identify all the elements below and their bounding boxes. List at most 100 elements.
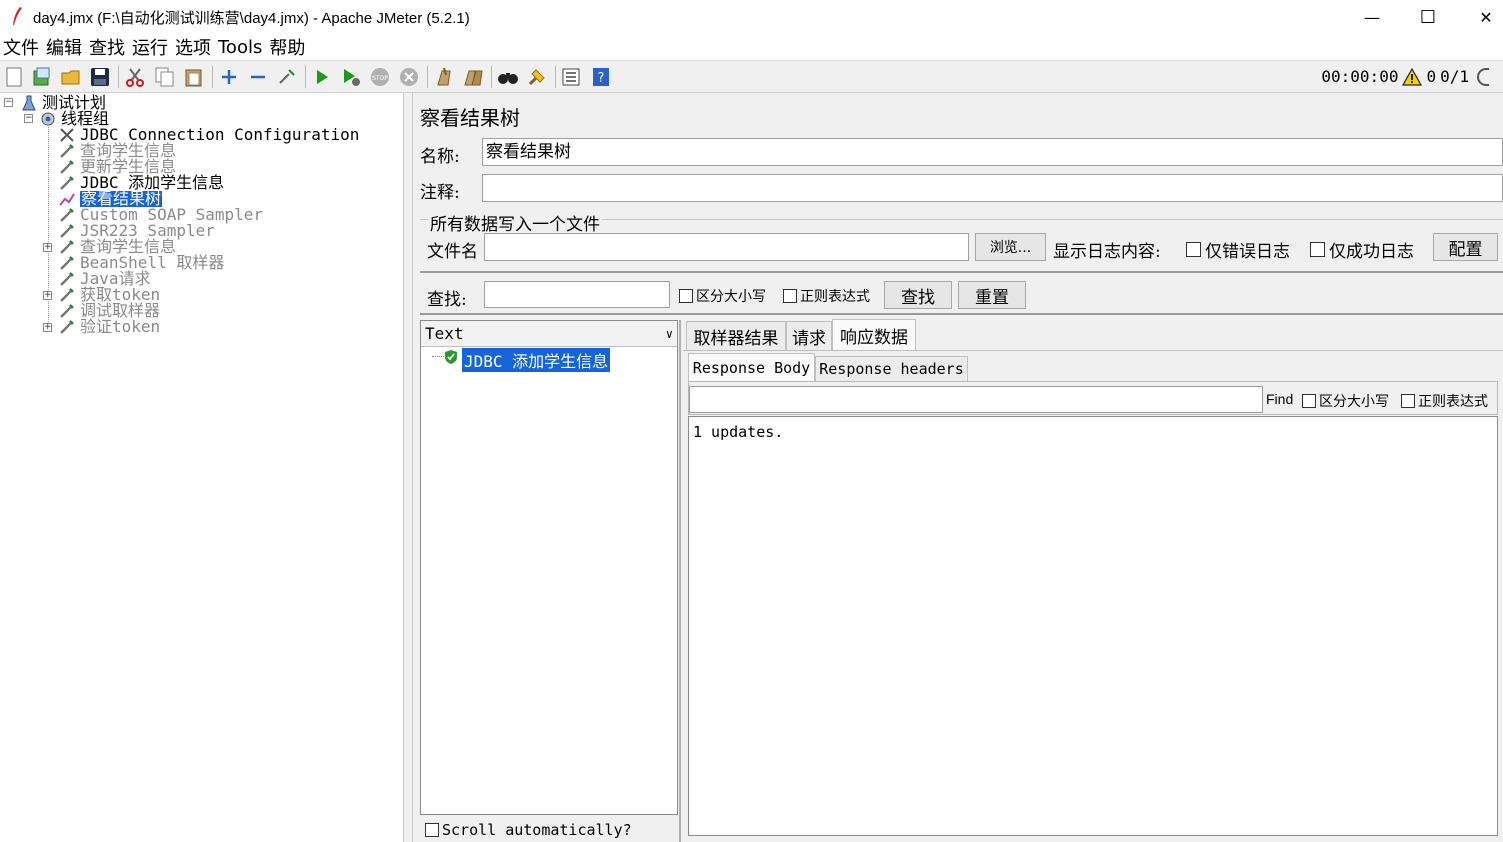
new-icon[interactable] <box>3 66 25 88</box>
tab-request[interactable]: 请求 <box>786 321 832 350</box>
errors-only-checkbox[interactable]: 仅错误日志 <box>1186 237 1290 262</box>
minimize-button[interactable]: — <box>1349 0 1395 34</box>
regex-checkbox[interactable]: 正则表达式 <box>783 286 870 306</box>
paste-icon[interactable] <box>183 66 205 88</box>
chart-icon <box>58 191 76 207</box>
checkbox-box <box>1302 394 1316 408</box>
menu-tools[interactable]: Tools <box>218 37 262 58</box>
find-button[interactable]: 查找 <box>884 281 952 309</box>
tab-sampler-result[interactable]: 取样器结果 <box>686 321 786 350</box>
results-splitter[interactable] <box>679 320 683 842</box>
collapse-icon[interactable] <box>247 66 269 88</box>
divider <box>420 271 1503 274</box>
tree-node[interactable]: 验证token <box>58 319 160 335</box>
clear-icon[interactable] <box>433 66 455 88</box>
menu-file[interactable]: 文件 <box>3 34 39 60</box>
case-sensitive-label: 区分大小写 <box>696 289 766 305</box>
case-sensitive-checkbox[interactable]: 区分大小写 <box>679 286 766 306</box>
scroll-auto-checkbox[interactable]: Scroll automatically? <box>425 821 632 839</box>
renderer-value: Text <box>425 324 464 343</box>
tab-border <box>683 350 1503 351</box>
pipette-icon <box>58 207 76 223</box>
pipette-icon <box>58 175 76 191</box>
browse-button[interactable]: 浏览... <box>975 233 1046 261</box>
find-regex-checkbox[interactable]: 正则表达式 <box>1401 391 1488 411</box>
configure-button[interactable]: 配置 <box>1433 233 1498 261</box>
cut-icon[interactable] <box>124 66 146 88</box>
save-icon[interactable] <box>89 66 111 88</box>
comment-label: 注释: <box>420 183 460 203</box>
warning-icon[interactable] <box>1402 67 1423 86</box>
stop-icon[interactable]: STOP <box>369 66 391 88</box>
pipette-icon <box>58 143 76 159</box>
pipette-icon <box>58 303 76 319</box>
maximize-icon: ☐ <box>1419 6 1437 28</box>
timer-status: 00:00:00 0 0/1 <box>1321 67 1489 86</box>
pipette-icon <box>58 287 76 303</box>
result-item[interactable]: JDBC 添加学生信息 <box>462 348 611 372</box>
start-no-pause-icon[interactable] <box>340 66 362 88</box>
response-body[interactable]: 1 updates. <box>688 416 1498 836</box>
renderer-select[interactable]: Text ∨ <box>421 321 677 347</box>
maximize-button[interactable]: ☐ <box>1405 0 1451 34</box>
search-icon[interactable] <box>497 66 519 88</box>
filename-input[interactable] <box>484 233 969 261</box>
comment-input[interactable] <box>482 174 1503 202</box>
results-tree <box>420 320 678 815</box>
search-input[interactable] <box>484 281 670 308</box>
reset-search-icon[interactable] <box>526 66 548 88</box>
collapse-toggle-test-plan[interactable]: − <box>4 98 13 107</box>
menu-options[interactable]: 选项 <box>175 34 211 60</box>
chevron-down-icon: ∨ <box>665 327 673 341</box>
tree-connector <box>432 356 444 357</box>
toggle-icon[interactable] <box>276 66 298 88</box>
open-icon[interactable] <box>60 66 82 88</box>
pipette-icon <box>58 319 76 335</box>
jmeter-feather-icon <box>13 7 22 25</box>
elapsed-time: 00:00:00 <box>1321 67 1399 86</box>
menu-help[interactable]: 帮助 <box>269 34 305 60</box>
test-plan-tree: − 测试计划 − 线程组 JDBC Connection Configurati… <box>0 93 404 842</box>
start-icon[interactable] <box>311 66 333 88</box>
checkbox-box <box>425 823 439 837</box>
clear-all-icon[interactable] <box>462 66 484 88</box>
pipette-icon <box>58 271 76 287</box>
success-only-checkbox[interactable]: 仅成功日志 <box>1310 237 1414 262</box>
expand-icon[interactable] <box>218 66 240 88</box>
help-icon[interactable]: ? <box>590 66 612 88</box>
gear-icon <box>39 111 57 127</box>
find-case-label: 区分大小写 <box>1319 394 1389 410</box>
thread-count: 0/1 <box>1440 67 1469 86</box>
response-find-input[interactable] <box>689 386 1263 413</box>
function-helper-icon[interactable] <box>560 66 582 88</box>
copy-icon[interactable] <box>154 66 176 88</box>
tree-label: 验证token <box>80 317 161 336</box>
menu-bar: 文件 编辑 查找 运行 选项 Tools 帮助 <box>0 34 1503 60</box>
regex-label: 正则表达式 <box>800 289 870 305</box>
errors-only-label: 仅错误日志 <box>1205 242 1290 262</box>
name-input[interactable]: 察看结果树 <box>482 138 1503 166</box>
find-case-checkbox[interactable]: 区分大小写 <box>1302 391 1389 411</box>
subtab-response-body[interactable]: Response Body <box>688 353 815 381</box>
pipette-icon <box>58 255 76 271</box>
expand-toggle[interactable]: + <box>43 291 52 300</box>
warning-count: 0 <box>1426 67 1437 86</box>
search-label: 查找: <box>427 290 467 310</box>
menu-run[interactable]: 运行 <box>132 34 168 60</box>
reset-button[interactable]: 重置 <box>958 281 1026 309</box>
find-regex-label: 正则表达式 <box>1418 394 1488 410</box>
expand-toggle[interactable]: + <box>43 323 52 332</box>
shutdown-icon[interactable] <box>398 66 420 88</box>
panel-splitter[interactable] <box>404 93 413 842</box>
menu-search[interactable]: 查找 <box>89 34 125 60</box>
menu-edit[interactable]: 编辑 <box>46 34 82 60</box>
wrench-icon <box>58 127 76 143</box>
checkbox-box <box>1310 242 1325 257</box>
expand-toggle[interactable]: + <box>43 243 52 252</box>
collapse-toggle-thread-group[interactable]: − <box>24 114 33 123</box>
subtab-response-headers[interactable]: Response headers <box>815 356 968 381</box>
minimize-icon: — <box>1364 7 1380 27</box>
tab-response-data[interactable]: 响应数据 <box>832 319 916 350</box>
close-button[interactable]: ✕ <box>1463 0 1503 34</box>
templates-icon[interactable] <box>31 66 53 88</box>
